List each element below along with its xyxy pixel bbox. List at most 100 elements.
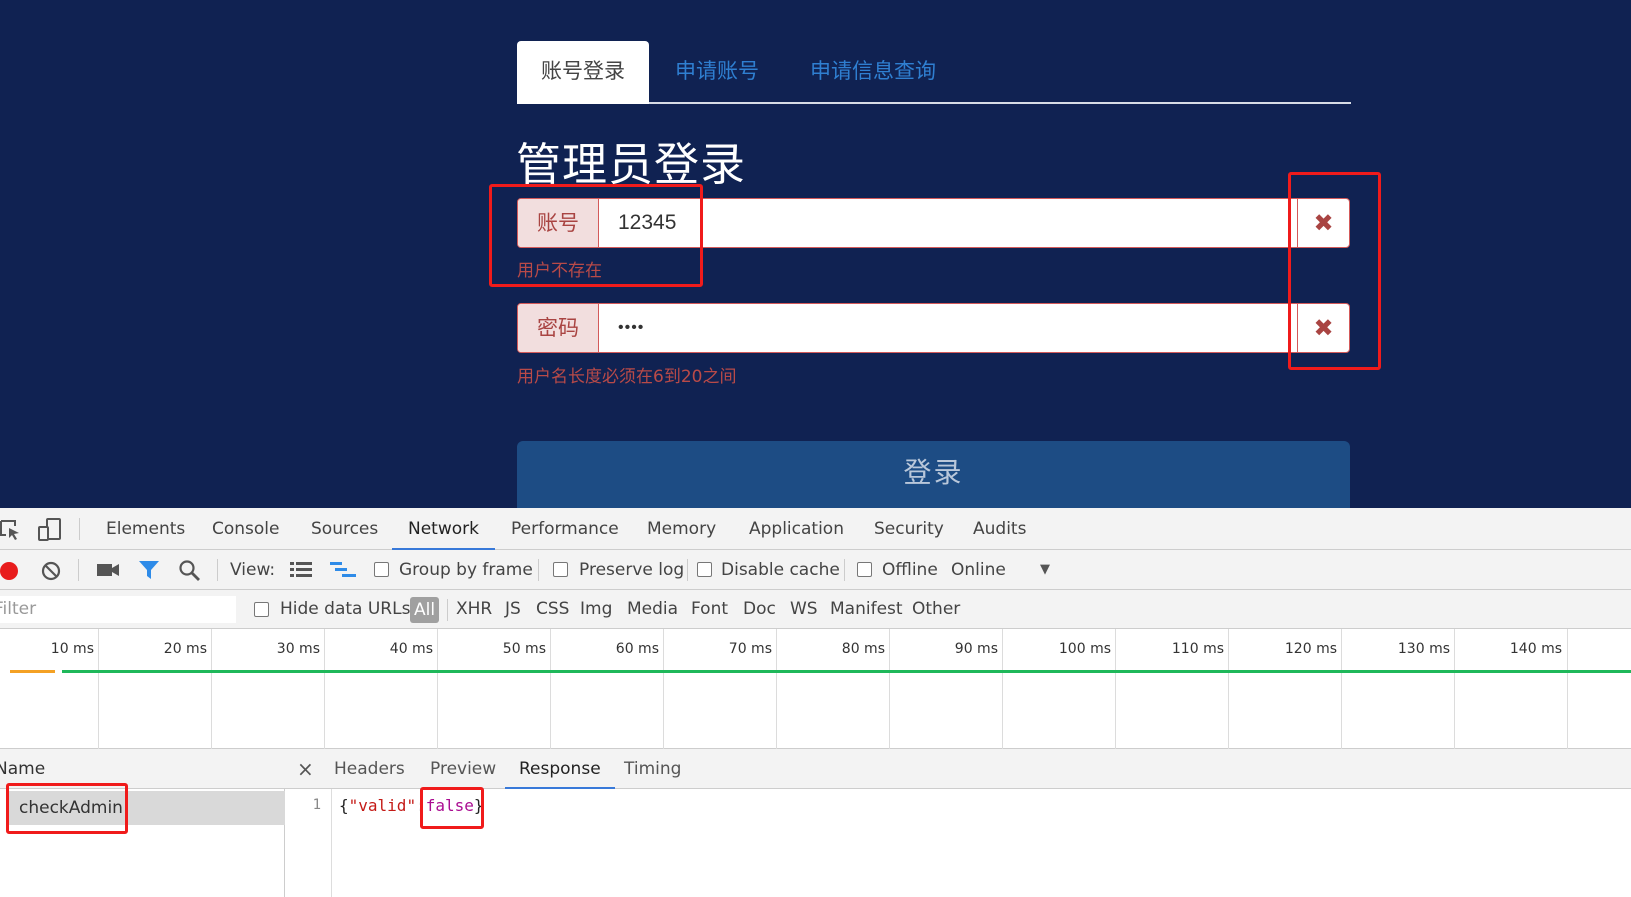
tab-headers[interactable]: Headers [334,749,405,789]
name-column-header[interactable]: Name [0,749,285,789]
timeline-gridline [98,629,99,749]
hide-data-urls-label: Hide data URLs [280,599,411,619]
tab-query-application[interactable]: 申请信息查询 [810,41,936,104]
devtools-tab-strip: Elements Console Sources Network Perform… [0,508,1631,550]
timeline-gridline [776,629,777,749]
timeline-gridline [1115,629,1116,749]
tab-security[interactable]: Security [874,508,944,550]
search-icon[interactable] [179,560,201,582]
timeline-tick-label: 120 ms [1284,641,1337,657]
group-by-frame-checkbox[interactable] [374,562,389,577]
account-error-message: 用户不存在 [517,261,602,281]
clear-icon[interactable] [41,561,61,581]
tab-memory[interactable]: Memory [647,508,716,550]
login-page: 账号登录 申请账号 申请信息查询 管理员登录 账号 12345 ✖ 用户不存在 … [0,0,1631,508]
password-input-group: 密码 •••• ✖ [517,303,1350,353]
screenshot-camera-icon[interactable] [96,562,120,578]
timeline-gridline [324,629,325,749]
request-detail-tabs: × Headers Preview Response Timing [285,749,1631,789]
timeline-tick-label: 20 ms [163,641,207,657]
filter-type-doc[interactable]: Doc [743,590,776,629]
timeline-tick-label: 40 ms [389,641,433,657]
filter-type-font[interactable]: Font [691,590,728,629]
response-body[interactable]: {"valid":false} [339,796,484,815]
divider [79,518,80,540]
tab-sources[interactable]: Sources [311,508,378,550]
divider [844,559,845,581]
account-label: 账号 [518,199,599,247]
tab-network[interactable]: Network [392,508,495,550]
close-icon[interactable]: × [297,749,314,789]
timeline-tick-label: 130 ms [1397,641,1450,657]
record-icon[interactable] [0,561,20,581]
filter-icon[interactable] [138,560,160,580]
tab-elements[interactable]: Elements [106,508,185,550]
filter-type-img[interactable]: Img [580,590,612,629]
view-label: View: [230,560,276,580]
filter-type-other[interactable]: Other [912,590,960,629]
password-error-icon: ✖ [1297,304,1349,352]
timeline-gridline [889,629,890,749]
line-gutter: 1 [285,789,332,897]
tab-account-login[interactable]: 账号登录 [517,41,649,104]
password-label: 密码 [518,304,599,352]
timeline-gridline [437,629,438,749]
device-toolbar-icon[interactable] [38,518,62,542]
timeline-gridline [1228,629,1229,749]
network-toolbar: View: Group by frame Preserve log Disabl… [0,550,1631,590]
inspect-element-icon[interactable] [0,520,22,540]
offline-checkbox[interactable] [857,562,872,577]
timeline-gridline [211,629,212,749]
tab-preview[interactable]: Preview [430,749,496,789]
tab-timing[interactable]: Timing [624,749,681,789]
login-button[interactable]: 登录 [517,441,1350,508]
waterfall-overview-icon[interactable] [330,561,356,579]
divider [78,559,79,581]
divider [217,559,218,581]
throttling-select[interactable]: Online [951,550,1006,590]
hide-data-urls-checkbox[interactable] [254,602,269,617]
tab-apply-account[interactable]: 申请账号 [675,41,759,104]
devtools-panel: Elements Console Sources Network Perform… [0,508,1631,897]
json-colon: : [416,796,426,815]
json-value: false [425,796,474,815]
network-overview-timeline[interactable]: 10 ms 20 ms 30 ms 40 ms 50 ms 60 ms 70 m… [0,629,1631,749]
account-error-icon: ✖ [1297,199,1349,247]
filter-type-xhr[interactable]: XHR [456,590,492,629]
chevron-down-icon[interactable]: ▼ [1040,550,1050,590]
filter-type-manifest[interactable]: Manifest [830,590,903,629]
request-list: Name checkAdmin [0,749,285,897]
password-input[interactable]: •••• [600,304,1265,352]
timeline-tick-label: 10 ms [50,641,94,657]
filter-type-all[interactable]: All [410,597,440,623]
divider [447,599,448,621]
timeline-gridline [1002,629,1003,749]
timeline-tick-label: 140 ms [1509,641,1562,657]
tab-audits[interactable]: Audits [973,508,1026,550]
filter-type-media[interactable]: Media [627,590,678,629]
tab-console[interactable]: Console [212,508,280,550]
timeline-tick-label: 90 ms [954,641,998,657]
timeline-gridline [1454,629,1455,749]
tab-response[interactable]: Response [505,749,615,789]
request-row-checkadmin[interactable]: checkAdmin [8,791,285,825]
large-rows-icon[interactable] [290,561,312,579]
page-title: 管理员登录 [516,138,747,191]
filter-type-ws[interactable]: WS [790,590,818,629]
tab-performance[interactable]: Performance [511,508,619,550]
divider [687,559,688,581]
account-input-group: 账号 12345 ✖ [517,198,1350,248]
filter-input[interactable]: Filter [0,596,236,623]
filter-type-css[interactable]: CSS [536,590,569,629]
preserve-log-checkbox[interactable] [553,562,568,577]
tab-application[interactable]: Application [749,508,844,550]
timeline-tick-label: 100 ms [1058,641,1111,657]
timeline-tick-label: 30 ms [276,641,320,657]
disable-cache-checkbox[interactable] [697,562,712,577]
login-tabs: 账号登录 申请账号 申请信息查询 [517,41,1351,104]
timeline-request-bar [62,670,1631,673]
offline-label: Offline [882,560,938,580]
filter-type-js[interactable]: JS [505,590,521,629]
disable-cache-label: Disable cache [721,560,840,580]
account-input[interactable]: 12345 [600,199,1265,247]
